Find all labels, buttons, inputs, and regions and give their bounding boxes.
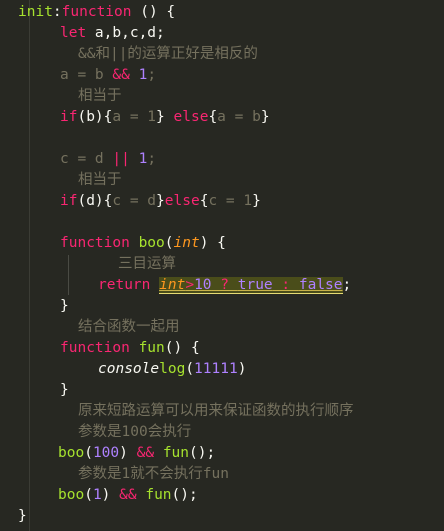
code-comment: 参数是100会执行 (78, 424, 192, 440)
code-editor[interactable]: init:function () { let a,b,c,d; &&和||的运算… (0, 0, 444, 531)
code-line-15: function fun() { (60, 340, 200, 356)
code-comment: 相当于 (78, 172, 122, 188)
code-comment: 结合函数一起用 (78, 319, 180, 335)
code-line-16: consolelog(11111) (98, 361, 247, 377)
error-highlight: int>10 ? true : false (159, 277, 343, 294)
code-line-7: c = d || 1; (60, 151, 157, 167)
code-line-2: let a,b,c,d; (60, 25, 165, 41)
code-comment: &&和||的运算正好是相反的 (78, 46, 258, 62)
code-line-17: } (60, 382, 69, 398)
code-line-12: return int>10 ? true : false; (98, 277, 352, 294)
code-line-13: } (60, 298, 69, 314)
code-line-10: function boo(int) { (60, 235, 226, 251)
code-line-6: if(b){a = 1} else{a = b} (60, 109, 270, 125)
code-line-23: } (18, 508, 27, 524)
code-line-22: boo(1) && fun(); (58, 487, 198, 503)
code-comment: 原来短路运算可以用来保证函数的执行顺序 (78, 403, 354, 419)
indent-guide-inner (68, 255, 69, 295)
code-line-1: init:function () { (18, 4, 176, 20)
code-line-9: if(d){c = d}else{c = 1} (60, 193, 261, 209)
code-comment: 相当于 (78, 88, 122, 104)
code-line-20: boo(100) && fun(); (58, 445, 216, 461)
code-comment: 三目运算 (118, 256, 176, 272)
code-line-4: a = b && 1; (60, 67, 157, 83)
indent-guide (29, 0, 30, 531)
code-comment: 参数是1就不会执行fun (78, 466, 229, 482)
